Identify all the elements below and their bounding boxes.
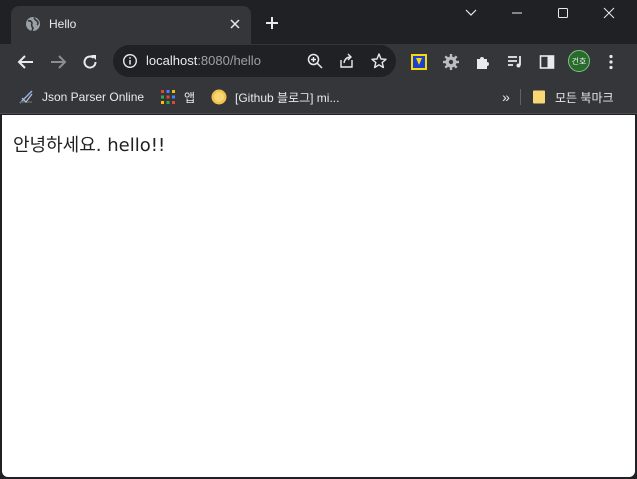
- address-bar[interactable]: localhost:8080/hello: [113, 45, 396, 77]
- page-body-text: 안녕하세요. hello!!: [13, 135, 166, 156]
- maximize-icon[interactable]: [540, 0, 586, 26]
- side-panel-icon[interactable]: [535, 50, 559, 74]
- bookmark-label: [Github 블로그] mi...: [235, 90, 340, 105]
- minimize-icon[interactable]: [494, 0, 540, 26]
- all-bookmarks-folder[interactable]: 모든 북마크: [531, 87, 614, 107]
- site-info-icon[interactable]: [122, 53, 138, 69]
- menu-kebab-icon[interactable]: [599, 50, 623, 74]
- tab-title: Hello: [49, 17, 77, 31]
- bookmark-label: Json Parser Online: [42, 90, 145, 104]
- all-bookmarks-label: 모든 북마크: [555, 90, 614, 105]
- url-host: localhost: [146, 53, 198, 68]
- globe-icon: [25, 16, 41, 32]
- more-bookmarks-icon[interactable]: »: [497, 88, 515, 106]
- apps-grid-icon: [160, 89, 176, 105]
- bookmark-label: 앱: [184, 90, 196, 105]
- tab-hello[interactable]: Hello: [11, 6, 251, 44]
- toolbar: localhost:8080/hello 건호: [0, 44, 637, 80]
- share-icon[interactable]: [338, 52, 356, 70]
- extensions-puzzle-icon[interactable]: [471, 50, 495, 74]
- page-content: 안녕하세요. hello!!: [2, 115, 635, 477]
- download-extension-icon[interactable]: [407, 50, 431, 74]
- zoom-icon[interactable]: [306, 52, 324, 70]
- tab-search-icon[interactable]: [448, 0, 494, 26]
- github-blog-icon: [211, 89, 227, 105]
- bookmark-apps[interactable]: 앱: [160, 87, 195, 107]
- bookmark-json-parser[interactable]: Json Parser Online: [18, 87, 144, 107]
- reload-icon[interactable]: [78, 50, 102, 74]
- bookmarks-bar: Json Parser Online 앱 [Github 블로그] mi... …: [0, 80, 637, 114]
- profile-avatar[interactable]: 건호: [568, 50, 590, 72]
- folder-icon: [531, 89, 547, 105]
- forward-icon[interactable]: [46, 50, 70, 74]
- url-path: :8080/hello: [197, 53, 261, 68]
- close-window-icon[interactable]: [586, 0, 632, 26]
- bookmarks-divider: [520, 89, 521, 105]
- media-queue-icon[interactable]: [503, 50, 527, 74]
- gear-icon[interactable]: [439, 50, 463, 74]
- json-parser-icon: [18, 89, 34, 105]
- bookmark-github-blog[interactable]: [Github 블로그] mi...: [211, 87, 339, 107]
- browser-window: Hello localhost:8080/hello 건호 Json Parse…: [0, 0, 637, 479]
- close-tab-icon[interactable]: [227, 16, 243, 32]
- url-text[interactable]: localhost:8080/hello: [146, 53, 261, 69]
- new-tab-icon[interactable]: [263, 14, 281, 32]
- tab-strip: Hello: [0, 0, 637, 44]
- back-icon[interactable]: [14, 50, 38, 74]
- bookmark-star-icon[interactable]: [370, 52, 388, 70]
